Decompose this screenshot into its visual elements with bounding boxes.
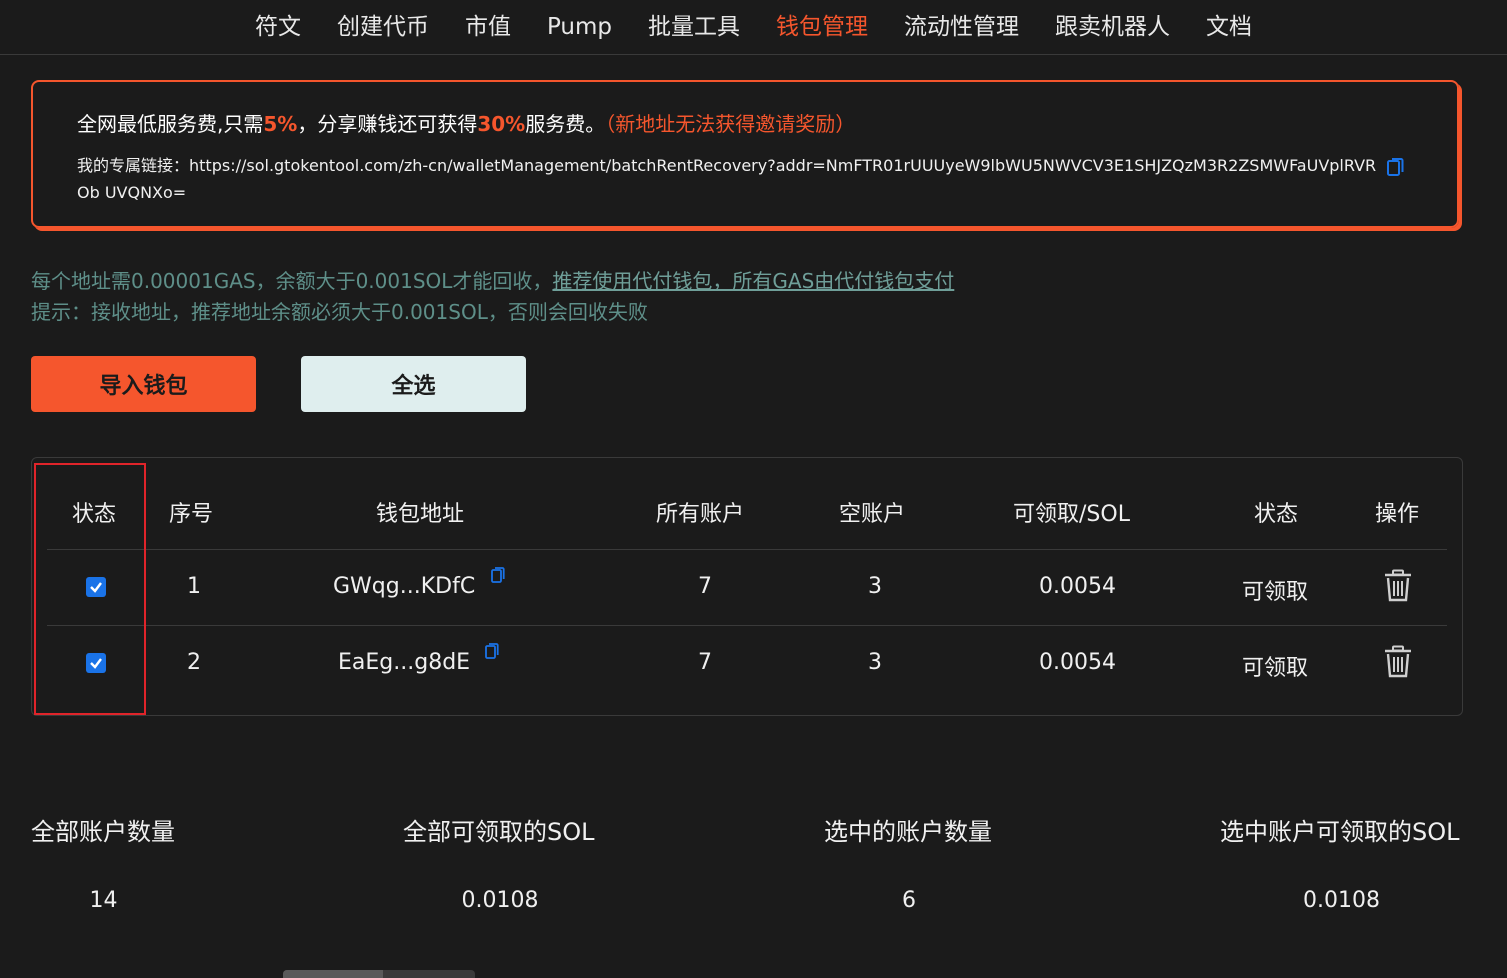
header-wallet-address: 钱包地址 — [376, 502, 465, 527]
row-status: 可领取 — [1242, 656, 1309, 681]
nav-item-batch-tools[interactable]: 批量工具 — [630, 3, 758, 51]
nav-item-pump[interactable]: Pump — [529, 3, 630, 51]
gas-hint-text: 每个地址需0.00001GAS，余额大于0.001SOL才能回收， — [31, 269, 553, 293]
payer-wallet-link[interactable]: 推荐使用代付钱包，所有GAS由代付钱包支付 — [552, 269, 954, 293]
table-row: 2 EaEg...g8dE 7 3 0.0054 可领取 — [47, 625, 1447, 701]
promo-text-a: 全网最低服务费,只需 — [77, 112, 264, 136]
selected-claimable-value: 0.0108 — [1303, 888, 1380, 913]
header-status-select: 状态 — [72, 502, 117, 527]
header-all-accounts: 所有账户 — [656, 502, 745, 527]
nav-item-liquidity[interactable]: 流动性管理 — [886, 3, 1037, 51]
row-checkbox[interactable] — [86, 577, 106, 597]
row-all-accounts: 7 — [698, 650, 712, 675]
nav-item-runes[interactable]: 符文 — [237, 3, 319, 51]
header-index: 序号 — [169, 502, 214, 527]
top-nav: 符文 创建代币 市值 Pump 批量工具 钱包管理 流动性管理 跟卖机器人 文档 — [0, 0, 1507, 55]
nav-item-docs[interactable]: 文档 — [1188, 3, 1270, 51]
total-claimable-label: 全部可领取的SOL — [403, 818, 595, 846]
referral-link: 我的专属链接：https://sol.gtokentool.com/zh-cn/… — [77, 152, 1377, 206]
promo-text-c: 服务费。 — [525, 112, 606, 136]
scrollbar-thumb[interactable] — [283, 970, 383, 978]
wallet-table: 状态 序号 钱包地址 所有账户 空账户 可领取/SOL 状态 操作 1 GWqg… — [31, 457, 1463, 716]
trash-icon[interactable] — [1383, 569, 1413, 603]
row-all-accounts: 7 — [698, 574, 712, 599]
header-claimable-sol: 可领取/SOL — [1013, 502, 1130, 527]
promo-share-highlight: 30% — [477, 112, 526, 136]
referral-promo-box: 全网最低服务费,只需5%，分享赚钱还可获得30%服务费。（新地址无法获得邀请奖励… — [31, 80, 1459, 228]
referral-link-url[interactable]: https://sol.gtokentool.com/zh-cn/walletM… — [77, 156, 1376, 202]
total-accounts-label: 全部账户数量 — [31, 818, 175, 846]
selected-claimable-label: 选中账户可领取的SOL — [1220, 818, 1460, 846]
checkmark-icon — [90, 658, 102, 669]
trash-icon[interactable] — [1383, 645, 1413, 679]
promo-text-b: ，分享赚钱还可获得 — [297, 112, 478, 136]
row-claimable-sol: 0.0054 — [1039, 574, 1116, 599]
row-wallet-address: GWqg...KDfC — [333, 574, 476, 599]
row-claimable-sol: 0.0054 — [1039, 650, 1116, 675]
referral-link-label: 我的专属链接： — [77, 156, 190, 175]
selected-accounts-label: 选中的账户数量 — [824, 818, 992, 846]
row-index: 2 — [187, 650, 201, 675]
select-all-button[interactable]: 全选 — [301, 356, 526, 412]
header-actions: 操作 — [1375, 502, 1420, 527]
selected-accounts-value: 6 — [902, 888, 916, 913]
row-wallet-address: EaEg...g8dE — [338, 650, 471, 675]
total-accounts-value: 14 — [89, 888, 118, 913]
row-empty-accounts: 3 — [868, 650, 882, 675]
total-claimable-value: 0.0108 — [461, 888, 539, 913]
copy-icon[interactable] — [484, 641, 500, 661]
table-header-row: 状态 序号 钱包地址 所有账户 空账户 可领取/SOL 状态 操作 — [47, 458, 1447, 550]
table-row: 1 GWqg...KDfC 7 3 0.0054 可领取 — [47, 549, 1447, 626]
page: 符文 创建代币 市值 Pump 批量工具 钱包管理 流动性管理 跟卖机器人 文档… — [0, 0, 1507, 978]
nav-item-create-token[interactable]: 创建代币 — [319, 3, 447, 51]
nav-item-copy-bot[interactable]: 跟卖机器人 — [1037, 3, 1188, 51]
horizontal-scrollbar[interactable] — [283, 970, 475, 978]
import-wallet-button[interactable]: 导入钱包 — [31, 356, 256, 412]
copy-icon[interactable] — [1385, 156, 1405, 178]
copy-icon[interactable] — [490, 565, 506, 585]
promo-note: （新地址无法获得邀请奖励） — [605, 112, 856, 136]
gas-hint: 每个地址需0.00001GAS，余额大于0.001SOL才能回收，推荐使用代付钱… — [31, 265, 954, 294]
promo-fee-highlight: 5% — [263, 112, 298, 136]
nav-item-wallet-management[interactable]: 钱包管理 — [758, 3, 886, 51]
row-checkbox[interactable] — [86, 653, 106, 673]
promo-headline: 全网最低服务费,只需5%，分享赚钱还可获得30%服务费。（新地址无法获得邀请奖励… — [77, 108, 855, 137]
header-empty-accounts: 空账户 — [839, 502, 906, 527]
header-status: 状态 — [1254, 502, 1299, 527]
receive-address-hint: 提示：接收地址，推荐地址余额必须大于0.001SOL，否则会回收失败 — [31, 300, 648, 324]
row-status: 可领取 — [1242, 580, 1309, 605]
checkmark-icon — [90, 582, 102, 593]
nav-item-market-cap[interactable]: 市值 — [447, 3, 529, 51]
row-empty-accounts: 3 — [868, 574, 882, 599]
row-index: 1 — [187, 574, 201, 599]
